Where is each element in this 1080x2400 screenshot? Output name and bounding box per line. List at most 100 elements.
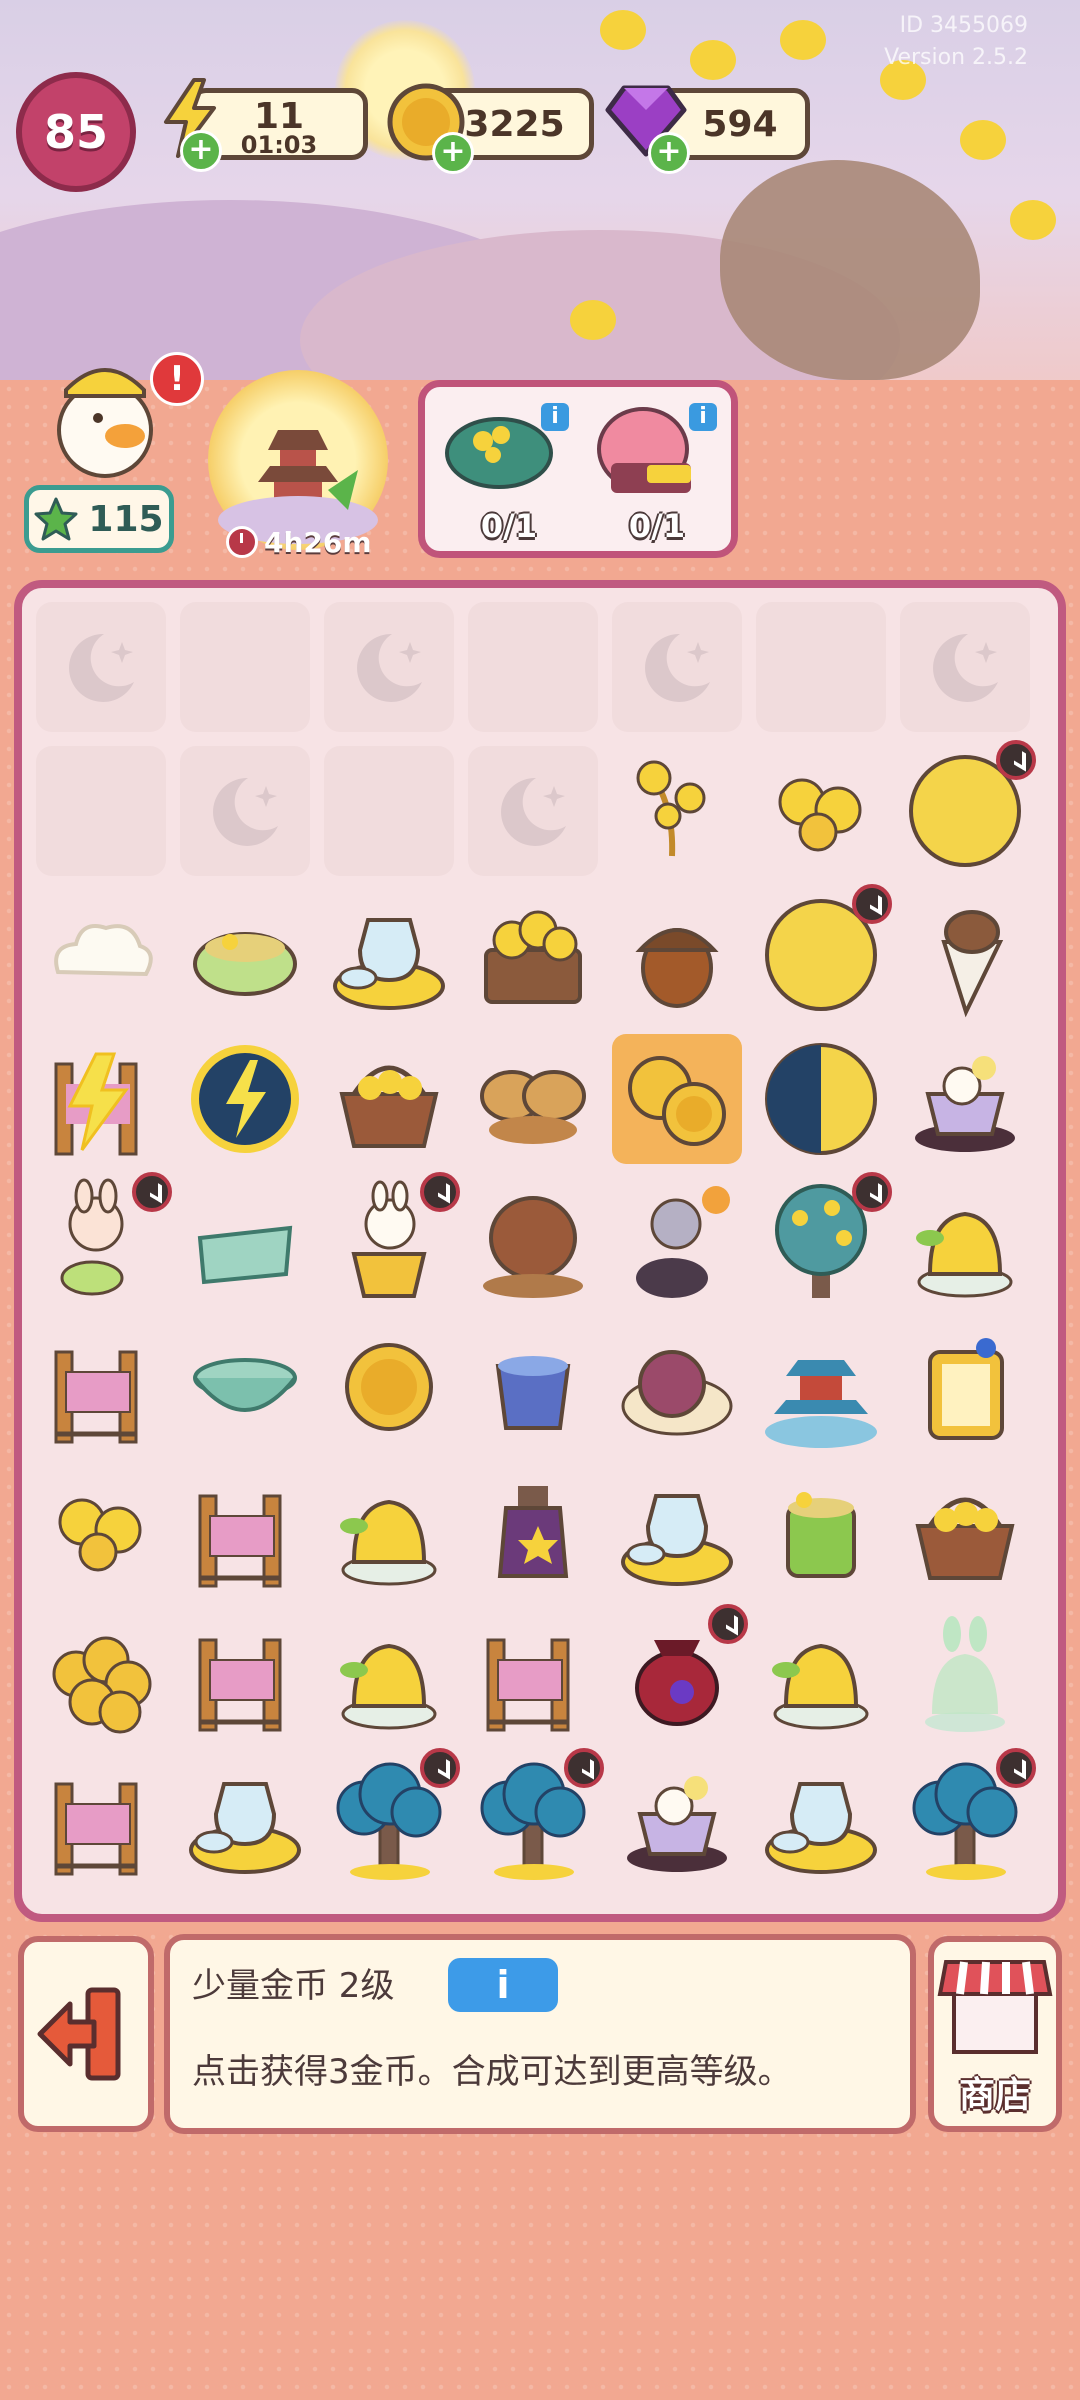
leaf bbox=[600, 10, 646, 50]
tree-trunk bbox=[720, 160, 980, 380]
locked-moon-icon bbox=[69, 633, 134, 702]
order-item-mooncake-box[interactable]: i 0/1 bbox=[587, 393, 727, 553]
board-cell[interactable] bbox=[900, 1466, 1030, 1596]
board-cell[interactable] bbox=[180, 1466, 310, 1596]
board-cell[interactable] bbox=[468, 1034, 598, 1164]
version-text: Version 2.5.2 bbox=[884, 45, 1028, 70]
tea-cup-icon bbox=[180, 890, 310, 1024]
board-cell[interactable] bbox=[900, 1178, 1030, 1308]
order-info-button[interactable]: i bbox=[541, 403, 569, 431]
board-cell[interactable] bbox=[756, 1610, 886, 1740]
board-cell[interactable] bbox=[324, 602, 454, 732]
board-cell[interactable] bbox=[36, 746, 166, 876]
exit-button[interactable] bbox=[18, 1936, 154, 2132]
order-count: 0/1 bbox=[480, 507, 538, 545]
board-cell[interactable] bbox=[180, 1754, 310, 1884]
clock-icon bbox=[226, 526, 258, 558]
board-cell[interactable] bbox=[612, 1754, 742, 1884]
board-cell[interactable] bbox=[468, 890, 598, 1020]
board-cell[interactable] bbox=[900, 1610, 1030, 1740]
board-cell[interactable] bbox=[900, 740, 1036, 876]
loom-icon bbox=[36, 1754, 166, 1888]
board-cell[interactable] bbox=[756, 1466, 886, 1596]
board-cell[interactable] bbox=[180, 1034, 310, 1164]
exit-door-icon bbox=[37, 1987, 121, 2081]
board-cell[interactable] bbox=[900, 1748, 1036, 1884]
board-cell[interactable] bbox=[36, 1466, 166, 1596]
order-info-button[interactable]: i bbox=[689, 403, 717, 431]
board-cell[interactable] bbox=[324, 1748, 460, 1884]
add-energy-button[interactable]: + bbox=[180, 130, 222, 172]
board-cell[interactable] bbox=[900, 890, 1030, 1020]
board-cell[interactable] bbox=[180, 602, 310, 732]
board-cell[interactable] bbox=[180, 890, 310, 1020]
board-cell[interactable] bbox=[324, 1322, 454, 1452]
board-cell[interactable] bbox=[756, 1172, 892, 1308]
board-cell[interactable] bbox=[468, 1610, 598, 1740]
board-cell[interactable] bbox=[756, 602, 886, 732]
star-score[interactable]: 115 bbox=[24, 485, 174, 553]
board-cell[interactable] bbox=[900, 602, 1030, 732]
osmanthus-flowers-icon bbox=[756, 746, 886, 880]
board-cell[interactable] bbox=[468, 746, 598, 876]
item-info-button[interactable]: i bbox=[448, 1958, 558, 2012]
board-cell[interactable] bbox=[468, 1322, 598, 1452]
board-cell[interactable] bbox=[612, 602, 742, 732]
merge-board[interactable] bbox=[14, 580, 1066, 1922]
leaf bbox=[780, 20, 826, 60]
timer-badge-icon bbox=[420, 1172, 460, 1212]
board-cell[interactable] bbox=[756, 884, 892, 1020]
order-count: 0/1 bbox=[628, 507, 686, 545]
board-cell[interactable] bbox=[756, 1034, 886, 1164]
board-cell[interactable] bbox=[180, 746, 310, 876]
order-item-leaf-bundle[interactable]: i 0/1 bbox=[439, 393, 579, 553]
board-cell[interactable] bbox=[468, 1748, 604, 1884]
board-cell[interactable] bbox=[36, 602, 166, 732]
board-cell[interactable] bbox=[324, 1466, 454, 1596]
board-cell[interactable] bbox=[612, 1034, 742, 1164]
order-panel[interactable]: i 0/1 i 0/1 bbox=[418, 380, 738, 558]
board-cell[interactable] bbox=[36, 890, 166, 1020]
board-cell[interactable] bbox=[36, 1610, 166, 1740]
duck-avatar[interactable] bbox=[50, 350, 160, 480]
board-cell[interactable] bbox=[612, 1178, 742, 1308]
board-cell[interactable] bbox=[36, 1034, 166, 1164]
board-cell[interactable] bbox=[756, 746, 886, 876]
add-coins-button[interactable]: + bbox=[432, 132, 474, 174]
board-cell[interactable] bbox=[36, 1172, 172, 1308]
board-cell[interactable] bbox=[900, 1034, 1030, 1164]
cloud-icon bbox=[36, 890, 166, 1024]
shop-button[interactable]: 商店 bbox=[928, 1936, 1062, 2132]
energy-timer: 01:03 bbox=[240, 131, 318, 159]
board-cell[interactable] bbox=[756, 1754, 886, 1884]
board-cell[interactable] bbox=[612, 1604, 748, 1740]
board-cell[interactable] bbox=[36, 1322, 166, 1452]
level-badge[interactable]: 85 bbox=[16, 72, 136, 192]
board-cell[interactable] bbox=[180, 1178, 310, 1308]
board-cell[interactable] bbox=[324, 1034, 454, 1164]
board-cell[interactable] bbox=[468, 1466, 598, 1596]
board-cell[interactable] bbox=[612, 746, 742, 876]
potion-bottle-icon bbox=[468, 1466, 598, 1600]
board-cell[interactable] bbox=[612, 1466, 742, 1596]
board-cell[interactable] bbox=[180, 1322, 310, 1452]
porcelain-set-icon bbox=[756, 1754, 886, 1888]
board-cell[interactable] bbox=[756, 1322, 886, 1452]
board-cell[interactable] bbox=[324, 1610, 454, 1740]
board-cell[interactable] bbox=[324, 890, 454, 1020]
board-cell[interactable] bbox=[612, 890, 742, 1020]
timer-badge-icon bbox=[852, 1172, 892, 1212]
board-cell[interactable] bbox=[324, 1172, 460, 1308]
alert-icon[interactable]: ! bbox=[150, 352, 204, 406]
board-cell[interactable] bbox=[900, 1322, 1030, 1452]
add-gems-button[interactable]: + bbox=[648, 132, 690, 174]
star-score-value: 115 bbox=[88, 498, 164, 540]
locked-moon-icon bbox=[213, 777, 278, 846]
board-cell[interactable] bbox=[36, 1754, 166, 1884]
board-cell[interactable] bbox=[180, 1610, 310, 1740]
bread-rolls-icon bbox=[468, 1034, 598, 1168]
board-cell[interactable] bbox=[468, 602, 598, 732]
board-cell[interactable] bbox=[468, 1178, 598, 1308]
board-cell[interactable] bbox=[324, 746, 454, 876]
board-cell[interactable] bbox=[612, 1322, 742, 1452]
